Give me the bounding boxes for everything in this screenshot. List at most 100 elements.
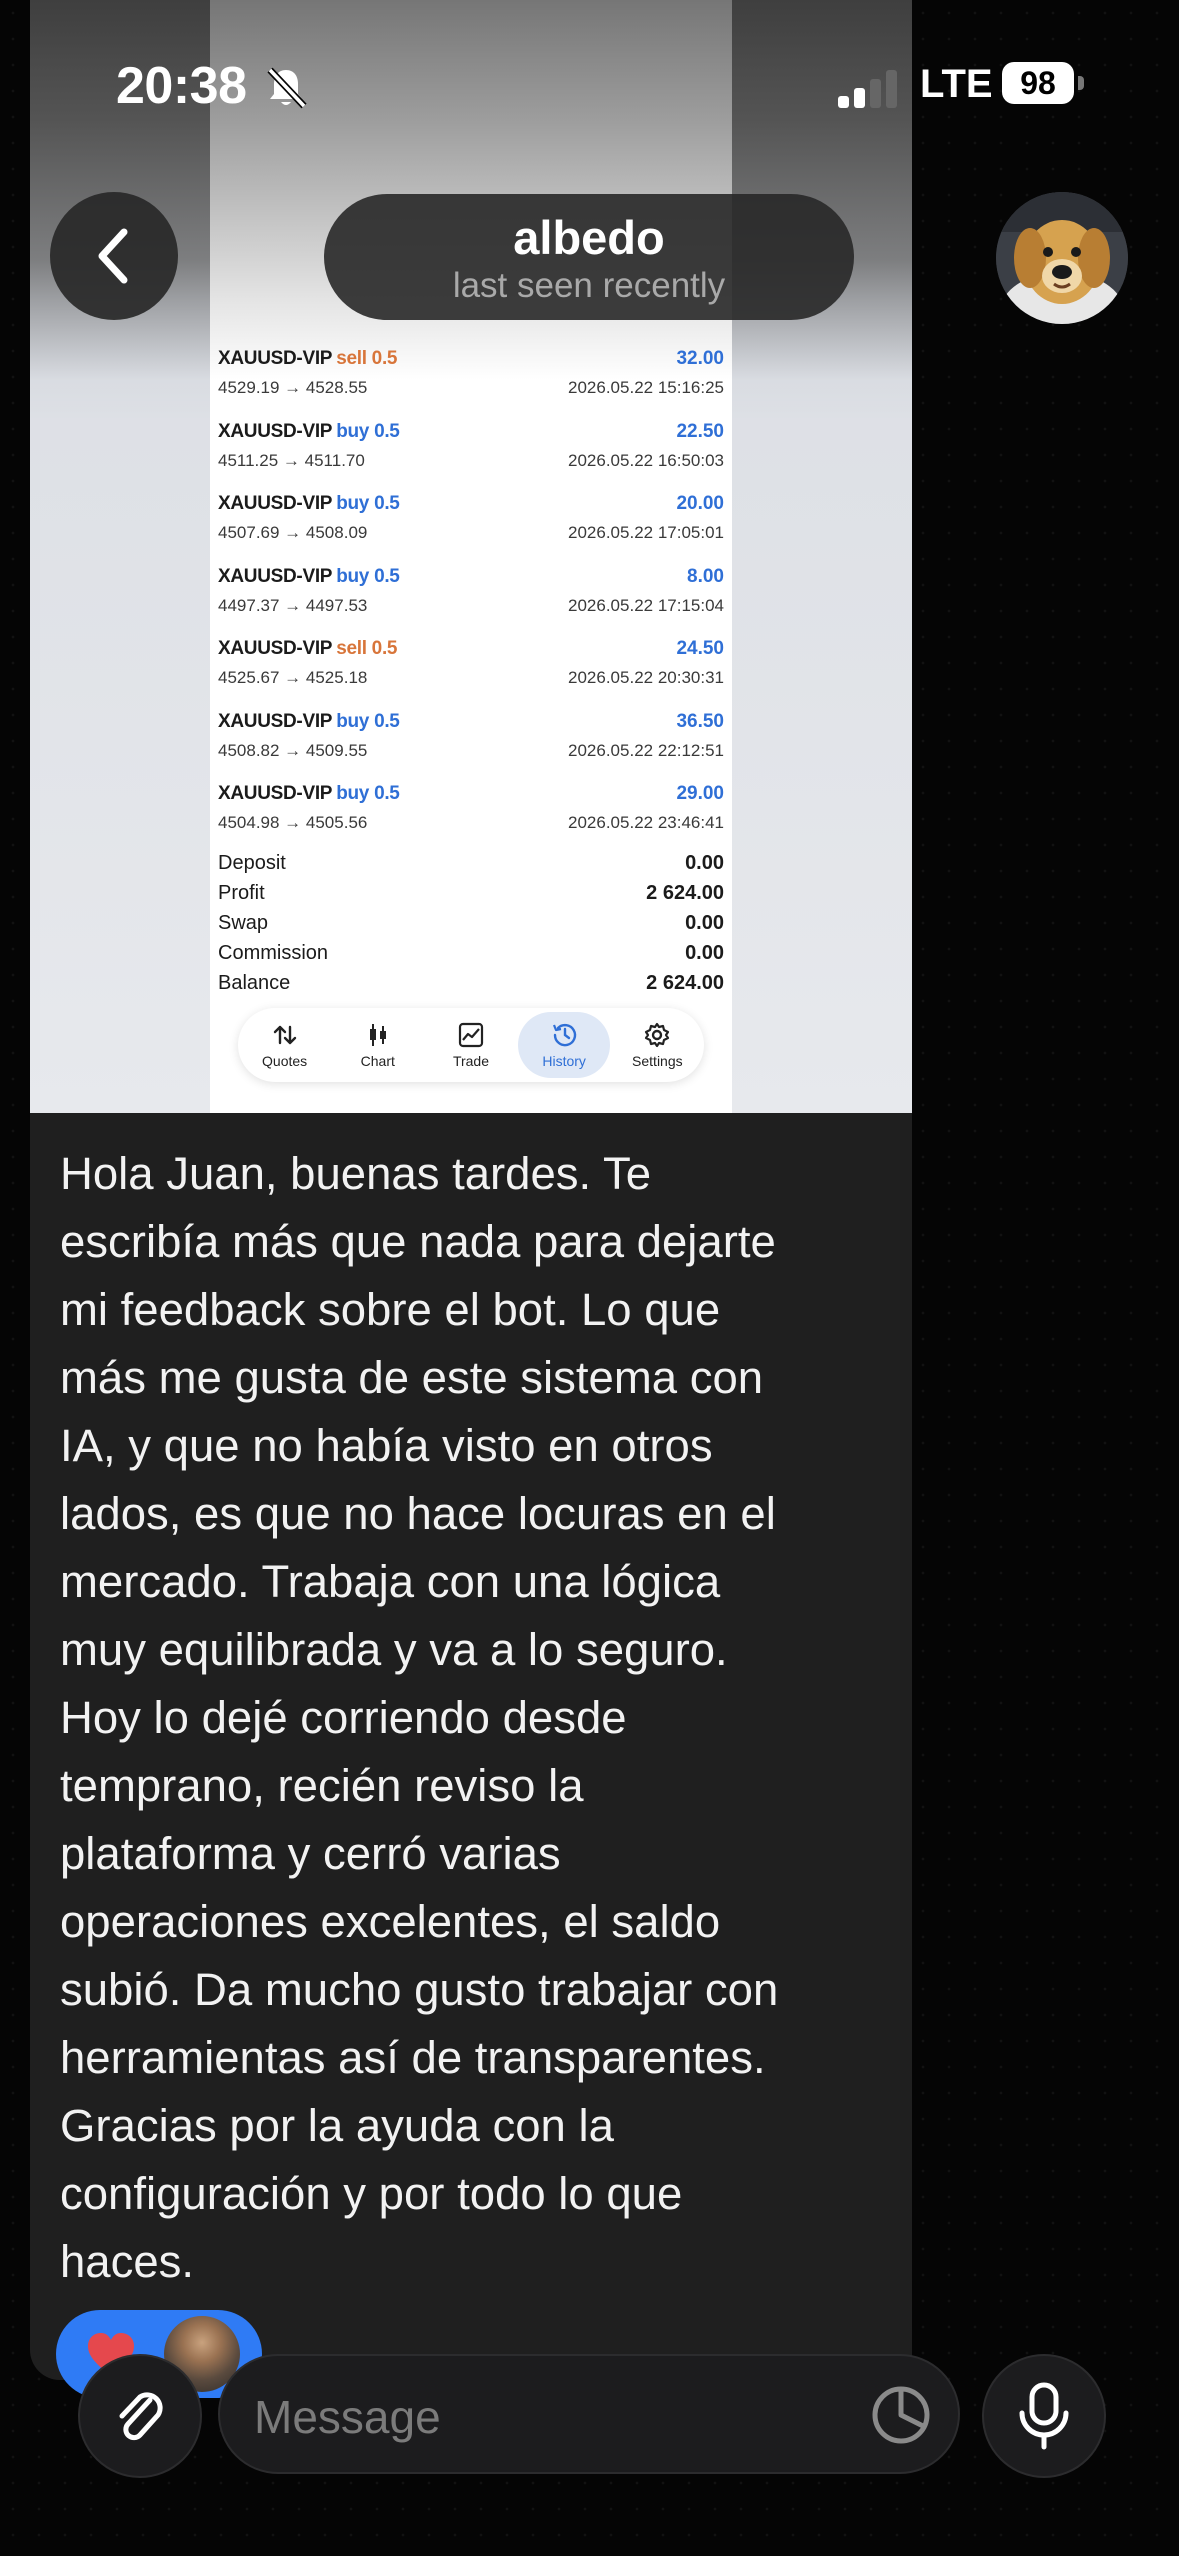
chevron-left-icon bbox=[98, 228, 128, 284]
battery-tip bbox=[1078, 76, 1084, 90]
summary-row: Commission 0.00 bbox=[218, 942, 724, 972]
tab-label: Chart bbox=[360, 1053, 395, 1069]
history-clock-icon bbox=[553, 1023, 577, 1047]
candles-icon bbox=[369, 1024, 386, 1046]
trade-time: 2026.05.22 17:15:04 bbox=[568, 595, 724, 615]
trade-price: 4529.19 → 4528.55 bbox=[218, 378, 368, 397]
tab-history: History bbox=[518, 1012, 611, 1078]
microphone-icon bbox=[1019, 2382, 1069, 2450]
tab-quotes: Quotes bbox=[239, 1012, 331, 1078]
volume-text: 0.5 bbox=[374, 710, 400, 732]
summary-row: Profit 2 624.00 bbox=[218, 882, 724, 912]
gear-icon bbox=[645, 1022, 670, 1048]
tab-chart: Chart bbox=[332, 1012, 424, 1078]
trade-side: buy 0.5 bbox=[336, 420, 400, 442]
summary-label: Commission bbox=[218, 942, 329, 964]
network-type: LTE bbox=[920, 62, 993, 106]
trade-profit: 29.00 bbox=[676, 783, 724, 804]
trade-symbol: XAUUSD-VIP buy 0.5 bbox=[218, 711, 400, 733]
trade-time: 2026.05.22 20:30:31 bbox=[568, 668, 724, 687]
side-text: buy bbox=[336, 420, 370, 442]
attach-button[interactable] bbox=[78, 2354, 202, 2478]
trade-price: 4507.69 → 4508.09 bbox=[218, 523, 368, 542]
side-text: sell bbox=[336, 348, 367, 369]
symbol-text: XAUUSD-VIP bbox=[218, 348, 333, 369]
trade-symbol: XAUUSD-VIP buy 0.5 bbox=[218, 421, 400, 443]
account-summary: Deposit 0.00 Profit 2 624.00 Swap 0.00 Commiss… bbox=[218, 852, 724, 1002]
microphone-button[interactable] bbox=[982, 2354, 1106, 2478]
trade-time: 2026.05.22 23:46:41 bbox=[568, 813, 724, 832]
trade-row: XAUUSD-VIP buy 0.5 4511.25 → 4511.70 22.50 2… bbox=[210, 413, 732, 486]
message-placeholder: Message bbox=[254, 2391, 441, 2443]
trade-time: 2026.05.22 16:50:03 bbox=[568, 450, 724, 470]
trade-price: 4508.82 → 4509.55 bbox=[218, 740, 368, 760]
battery-level: 98 bbox=[1020, 64, 1056, 101]
trade-time: 2026.05.22 17:05:01 bbox=[568, 523, 724, 542]
tab-label: Trade bbox=[452, 1053, 489, 1069]
trade-symbol: XAUUSD-VIP buy 0.5 bbox=[218, 783, 400, 805]
trade-symbol: XAUUSD-VIP buy 0.5 bbox=[218, 493, 400, 515]
trade-chart-icon bbox=[458, 1022, 484, 1048]
volume-text: 0.5 bbox=[374, 493, 400, 514]
volume-text: 0.5 bbox=[374, 420, 400, 442]
summary-row: Balance 2 624.00 bbox=[218, 972, 724, 1002]
chat-title[interactable]: albedo last seen recently bbox=[324, 194, 854, 320]
trade-profit: 24.50 bbox=[676, 638, 724, 659]
status-bar: 20:38 LTE 98 bbox=[0, 0, 1179, 170]
summary-row: Deposit 0.00 bbox=[218, 852, 724, 882]
symbol-text: XAUUSD-VIP bbox=[218, 493, 333, 514]
trade-row: XAUUSD-VIP buy 0.5 4507.69 → 4508.09 20.00 2… bbox=[210, 485, 732, 558]
signal-icon bbox=[838, 70, 897, 108]
summary-label: Profit bbox=[218, 882, 265, 904]
tab-label: History bbox=[542, 1053, 586, 1069]
side-text: buy bbox=[336, 565, 370, 587]
tab-label: Quotes bbox=[262, 1053, 308, 1069]
trade-profit: 22.50 bbox=[676, 420, 724, 442]
sticker-icon[interactable] bbox=[868, 2382, 934, 2448]
dog-avatar-icon bbox=[996, 192, 1128, 324]
battery-icon: 98 bbox=[1002, 62, 1074, 104]
symbol-text: XAUUSD-VIP bbox=[218, 565, 333, 587]
trade-row: XAUUSD-VIP buy 0.5 4497.37 → 4497.53 8.00 20… bbox=[210, 558, 732, 631]
trade-side: sell 0.5 bbox=[336, 638, 397, 659]
paperclip-icon bbox=[119, 2392, 163, 2441]
back-button[interactable] bbox=[50, 192, 178, 320]
summary-value: 0.00 bbox=[685, 942, 724, 964]
tab-label: Settings bbox=[632, 1053, 683, 1069]
symbol-text: XAUUSD-VIP bbox=[218, 710, 333, 732]
side-text: sell bbox=[336, 638, 367, 659]
summary-value: 0.00 bbox=[685, 912, 724, 934]
trade-time: 2026.05.22 22:12:51 bbox=[568, 740, 724, 760]
trade-profit: 36.50 bbox=[676, 710, 724, 732]
last-seen-status: last seen recently bbox=[452, 266, 726, 305]
status-time: 20:38 bbox=[116, 57, 247, 115]
side-text: buy bbox=[336, 493, 370, 514]
trade-side: buy 0.5 bbox=[336, 493, 400, 514]
trade-price: 4511.25 → 4511.70 bbox=[218, 450, 365, 470]
volume-text: 0.5 bbox=[371, 638, 398, 659]
tab-trade: Trade bbox=[425, 1012, 517, 1078]
contact-name: albedo bbox=[513, 211, 665, 264]
silent-bell-icon bbox=[267, 67, 307, 109]
symbol-text: XAUUSD-VIP bbox=[218, 638, 333, 659]
trade-symbol: XAUUSD-VIP sell 0.5 bbox=[218, 348, 397, 370]
summary-value: 0.00 bbox=[685, 852, 724, 874]
trade-row: XAUUSD-VIP buy 0.5 4508.82 → 4509.55 36.50 2… bbox=[210, 703, 732, 776]
trade-price: 4497.37 → 4497.53 bbox=[218, 595, 368, 615]
message-input[interactable]: Message bbox=[218, 2354, 960, 2474]
trade-symbol: XAUUSD-VIP sell 0.5 bbox=[218, 638, 397, 660]
arrows-updown-icon bbox=[273, 1025, 296, 1045]
contact-avatar[interactable] bbox=[996, 192, 1128, 324]
volume-text: 0.5 bbox=[371, 348, 398, 369]
summary-label: Swap bbox=[218, 912, 269, 934]
symbol-text: XAUUSD-VIP bbox=[218, 420, 333, 442]
summary-value: 2 624.00 bbox=[646, 972, 724, 994]
volume-text: 0.5 bbox=[374, 783, 400, 804]
trade-row: XAUUSD-VIP sell 0.5 4529.19 → 4528.55 32.00… bbox=[210, 340, 732, 413]
trade-profit: 8.00 bbox=[687, 565, 724, 587]
message-text: Hola Juan, buenas tardes. Te escribía má… bbox=[60, 1148, 779, 2287]
trade-side: buy 0.5 bbox=[336, 710, 400, 732]
symbol-text: XAUUSD-VIP bbox=[218, 783, 333, 804]
trade-profit: 20.00 bbox=[676, 493, 724, 514]
summary-row: Swap 0.00 bbox=[218, 912, 724, 942]
